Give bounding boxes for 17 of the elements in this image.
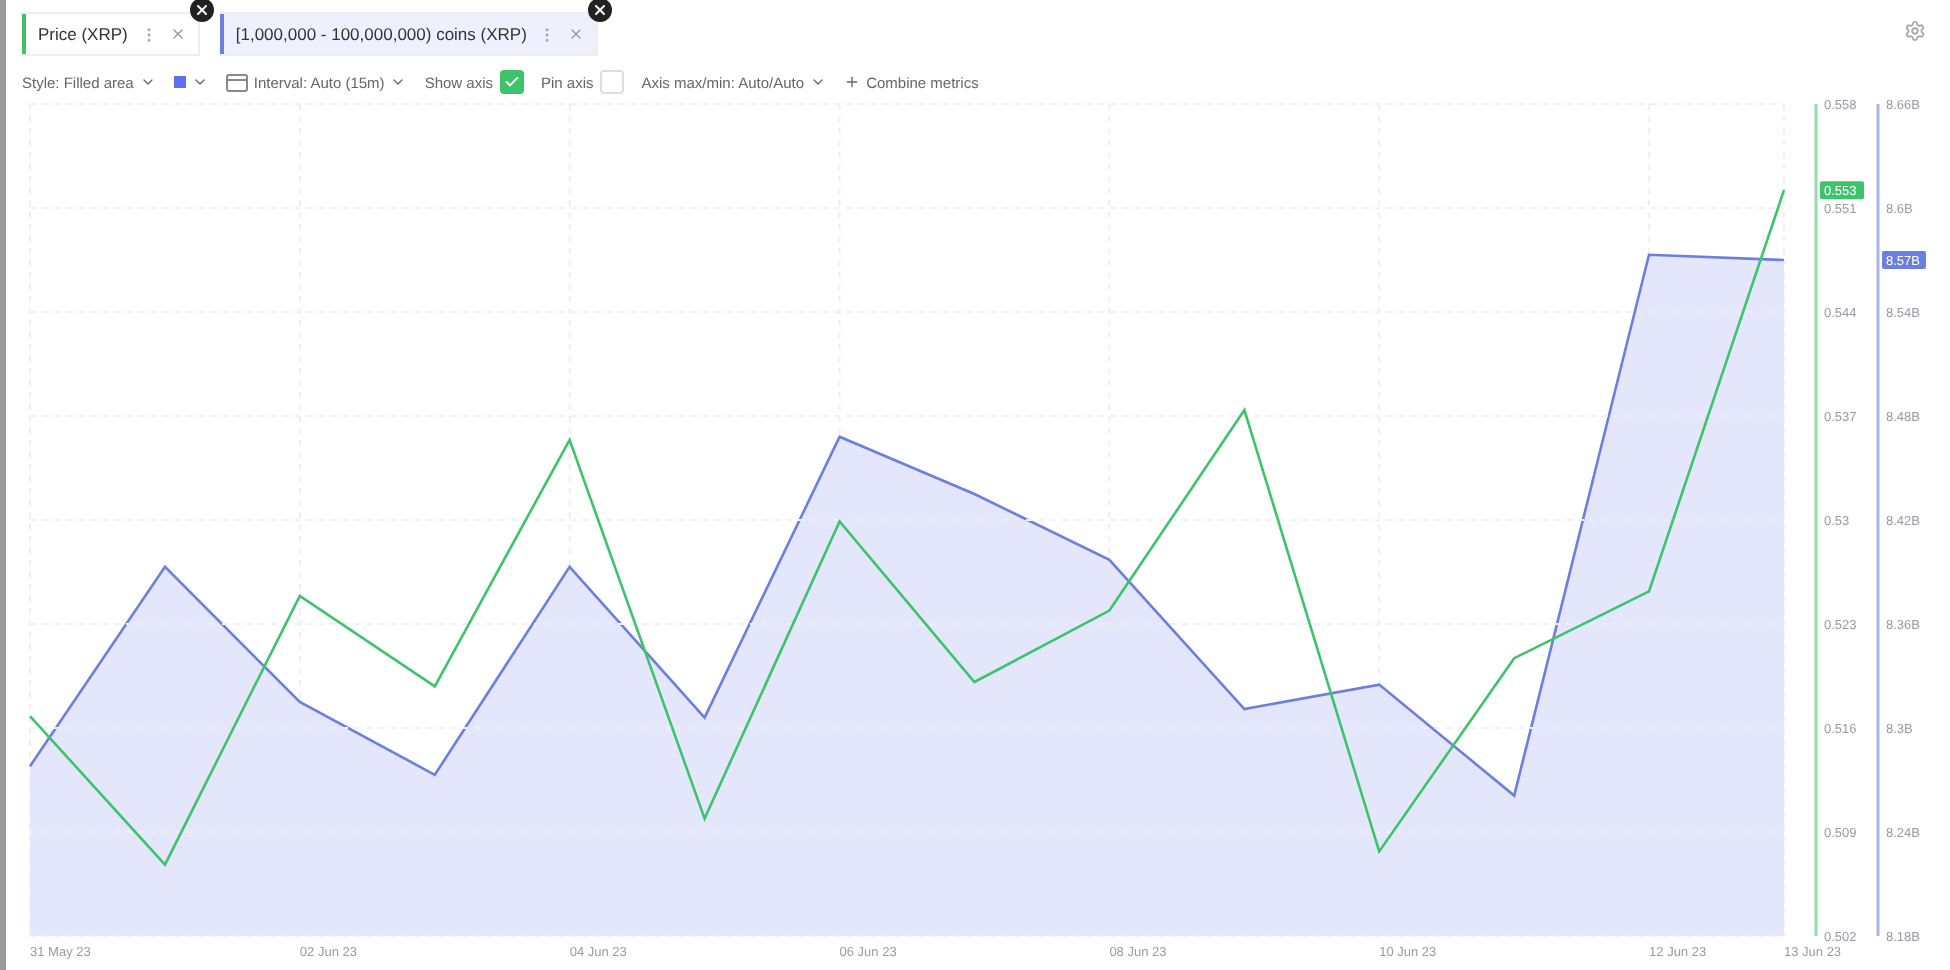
settings-icon[interactable] xyxy=(1904,20,1926,42)
check-icon xyxy=(503,74,519,90)
color-dropdown[interactable] xyxy=(173,74,208,90)
remove-icon[interactable] xyxy=(189,0,214,22)
pin-axis-checkbox[interactable] xyxy=(599,70,624,94)
chevron-icon xyxy=(191,74,208,90)
metric-tab[interactable]: Price (XRP) xyxy=(22,12,200,56)
metric-tab[interactable]: [1,000,000 - 100,000,000) coins (XRP) xyxy=(219,12,599,56)
chevron-icon xyxy=(139,74,156,90)
chevron-icon xyxy=(390,74,407,90)
calendar-icon xyxy=(225,73,248,91)
show-axis-checkbox[interactable] xyxy=(499,70,523,94)
remove-icon[interactable] xyxy=(588,0,613,22)
close-icon[interactable] xyxy=(169,26,186,42)
chevron-icon xyxy=(810,74,827,90)
close-icon[interactable] xyxy=(568,26,585,42)
plus-icon xyxy=(844,74,861,90)
